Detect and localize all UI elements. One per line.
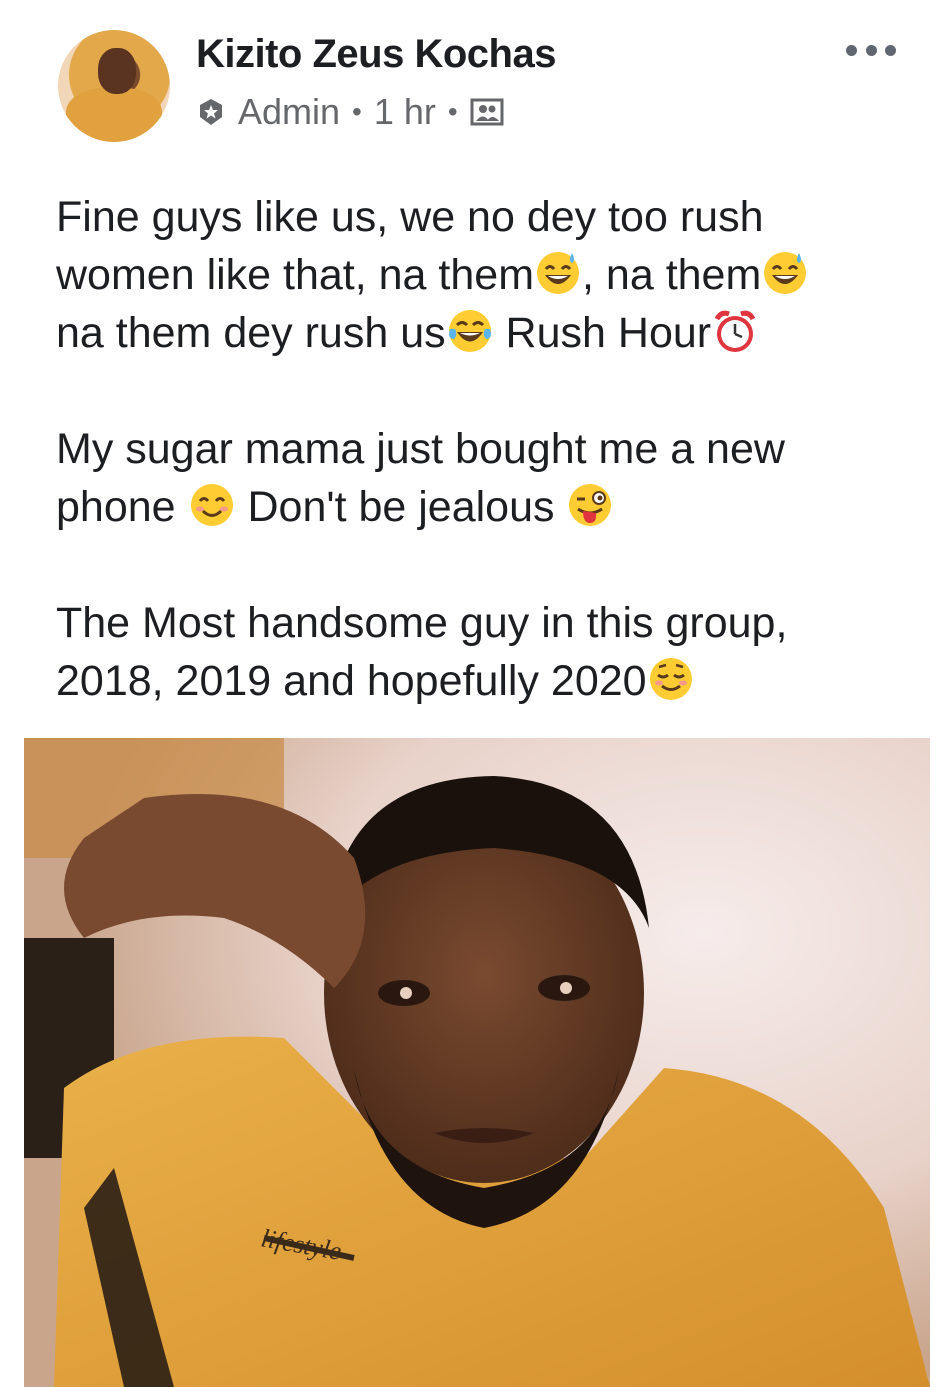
text-line: women like that, na them , na them <box>56 246 906 304</box>
text-line: 2018, 2019 and hopefully 2020 <box>56 652 906 710</box>
text-line: My sugar mama just bought me a new <box>56 420 906 478</box>
text-segment: , na them <box>582 251 762 299</box>
author-avatar[interactable] <box>58 30 170 142</box>
alarm-clock-emoji <box>714 310 756 352</box>
separator-dot: • <box>447 96 458 127</box>
dot-icon <box>846 44 857 56</box>
winking-tongue-emoji <box>569 484 612 526</box>
separator-dot: • <box>352 96 362 127</box>
paragraph: My sugar mama just bought me a new phone… <box>56 420 906 536</box>
text-segment: The Most handsome guy in this group, <box>56 599 788 647</box>
post-photo[interactable]: lifestyle <box>24 738 930 1387</box>
photo-illustration: lifestyle <box>24 738 930 1387</box>
tears-of-joy-emoji <box>448 310 491 352</box>
text-segment: 2018, 2019 and hopefully 2020 <box>56 657 647 705</box>
paragraph: The Most handsome guy in this group, 201… <box>56 594 906 710</box>
post-meta: Admin • 1 hr • <box>196 90 504 134</box>
more-options-icon[interactable] <box>846 38 896 62</box>
smiling-emoji <box>190 484 233 526</box>
role-label: Admin <box>238 91 341 132</box>
text-line: Fine guys like us, we no dey too rush <box>56 188 906 246</box>
avatar-shirt <box>66 88 162 142</box>
relieved-smile-emoji <box>649 658 692 700</box>
text-segment: phone <box>56 483 188 531</box>
text-segment: Fine guys like us, we no dey too rush <box>56 193 764 241</box>
text-line: The Most handsome guy in this group, <box>56 594 906 652</box>
text-line: na them dey rush us Rush Hour <box>56 304 906 362</box>
text-segment: Don't be jealous <box>235 483 567 531</box>
text-segment: My sugar mama just bought me a new <box>56 425 785 473</box>
text-segment: na them dey rush us <box>56 309 446 357</box>
grinning-sweat-emoji <box>537 252 580 294</box>
post-header: Kizito Zeus Kochas Admin • 1 hr • <box>0 0 936 160</box>
paragraph: Fine guys like us, we no dey too rush wo… <box>56 188 906 362</box>
timestamp[interactable]: 1 hr <box>374 91 436 133</box>
dot-icon <box>865 44 877 56</box>
text-segment: women like that, na them <box>56 251 535 299</box>
group-photo-icon[interactable] <box>470 97 504 127</box>
grinning-sweat-emoji <box>764 252 807 294</box>
post-text: Fine guys like us, we no dey too rush wo… <box>56 188 906 710</box>
author-name[interactable]: Kizito Zeus Kochas <box>196 32 556 77</box>
avatar-face <box>98 48 136 94</box>
text-line: phone Don't be jealous <box>56 478 906 536</box>
dot-icon <box>885 44 896 56</box>
text-segment: Rush Hour <box>493 309 712 357</box>
admin-badge-icon <box>200 99 222 125</box>
